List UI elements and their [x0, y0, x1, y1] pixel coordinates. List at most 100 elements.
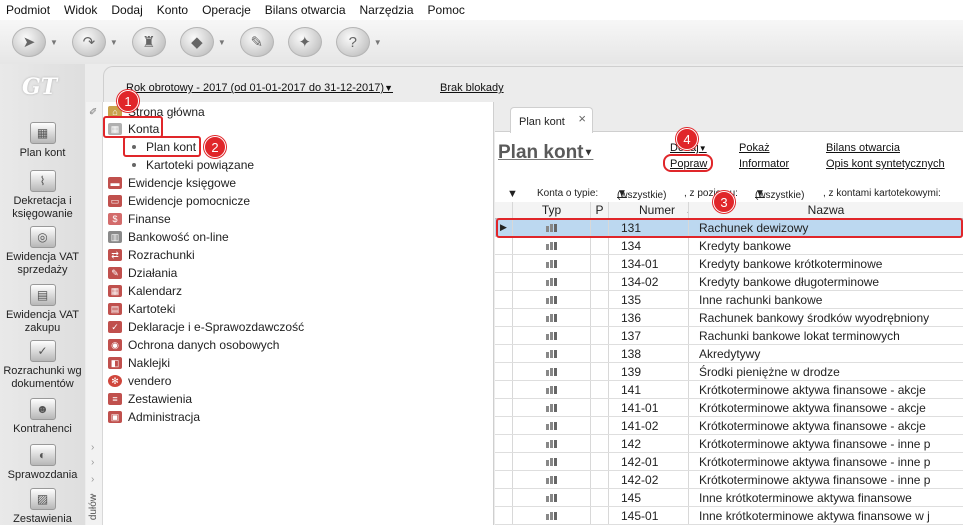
table-row[interactable]: 134-02 Kredyty bankowe długoterminowe: [495, 273, 963, 291]
pointer-button[interactable]: ➤ ▼: [12, 27, 58, 57]
numer-cell: 138: [609, 345, 689, 362]
synthetic-accounts-link[interactable]: Opis kont syntetycznych: [826, 158, 945, 170]
account-type-select[interactable]: (wszystkie) ▼: [617, 188, 666, 201]
tree-kartoteki[interactable]: ▤ Kartoteki: [108, 301, 175, 317]
callout-box-plan-kont: [123, 136, 201, 157]
chevron-right-icon[interactable]: ›: [91, 442, 94, 453]
nazwa-cell: Akredytywy: [699, 346, 761, 361]
callout-box-konta: [103, 116, 163, 138]
module-kontrahenci[interactable]: ☻ Kontrahenci: [0, 398, 85, 436]
account-type-icon: [513, 381, 591, 398]
chevron-down-icon[interactable]: ▼: [50, 38, 58, 47]
tab-plan-kont[interactable]: Plan kont ×: [510, 107, 593, 133]
menu-widok[interactable]: Widok: [64, 3, 97, 17]
cards-icon: ▤: [108, 303, 122, 315]
module-zestawienia[interactable]: ▨ Zestawienia: [0, 488, 85, 525]
settlements-icon: ✓: [29, 340, 56, 362]
tree-bankowosc[interactable]: ▥ Bankowość on-line: [108, 229, 229, 245]
column-typ[interactable]: Typ: [513, 202, 591, 218]
help-button[interactable]: ? ▼: [335, 27, 382, 57]
clean-icon: ✦: [287, 27, 322, 57]
actions-icon: ✎: [108, 267, 122, 279]
table-row[interactable]: 141-02 Krótkoterminowe aktywa finansowe -…: [495, 417, 963, 435]
menu-bilans-otwarcia[interactable]: Bilans otwarcia: [265, 3, 346, 17]
tree-finanse[interactable]: $ Finanse: [108, 211, 171, 227]
collapse-icon[interactable]: ▼: [507, 188, 518, 200]
row-indicator: [495, 327, 513, 344]
forward-button[interactable]: ↷ ▼: [71, 27, 118, 57]
module-plan-kont[interactable]: ▦ Plan kont: [0, 122, 85, 160]
table-row[interactable]: 145-01 Inne krótkoterminowe aktywa finans…: [495, 507, 963, 525]
table-row[interactable]: 134-01 Kredyty bankowe krótkoterminowe: [495, 255, 963, 273]
column-p[interactable]: P: [591, 202, 609, 218]
tree-kalendarz[interactable]: ▦ Kalendarz: [108, 283, 182, 299]
tree-ewidencje-ksiegowe[interactable]: ▬ Ewidencje księgowe: [108, 175, 236, 191]
module-vat-sprzedazy[interactable]: ◎ Ewidencja VAT sprzedaży: [0, 226, 85, 277]
tree-rozrachunki[interactable]: ⇄ Rozrachunki: [108, 247, 195, 263]
tab-strip: Plan kont ×: [495, 102, 963, 133]
table-row[interactable]: 134 Kredyty bankowe: [495, 237, 963, 255]
module-rozrachunki[interactable]: ✓ Rozrachunki wg dokumentów: [0, 340, 85, 391]
fiscal-year-selector[interactable]: Rok obrotowy - 2017 (od 01-01-2017 do 31…: [126, 82, 393, 94]
column-numer[interactable]: Numer⁄: [609, 202, 689, 218]
informator-link[interactable]: Informator: [739, 158, 789, 170]
opening-balance-link[interactable]: Bilans otwarcia: [826, 142, 900, 154]
pin-icon[interactable]: ✐: [89, 107, 97, 118]
coins-icon: ◎: [29, 226, 56, 248]
nazwa-cell: Krótkoterminowe aktywa finansowe - inne …: [699, 454, 931, 469]
module-vat-zakupu[interactable]: ▤ Ewidencja VAT zakupu: [0, 284, 85, 335]
level-select[interactable]: (wszystkie) ▼: [755, 188, 804, 201]
settlements-icon: ⇄: [108, 249, 122, 261]
p-cell: [591, 471, 609, 488]
menu-dodaj[interactable]: Dodaj: [111, 3, 142, 17]
tree-zestawienia[interactable]: ≡ Zestawienia: [108, 391, 192, 407]
nazwa-cell: Inne krótkoterminowe aktywa finansowe: [699, 490, 912, 505]
close-icon[interactable]: ×: [578, 111, 586, 126]
menu-narzedzia[interactable]: Narzędzia: [360, 3, 414, 17]
menu-pomoc[interactable]: Pomoc: [428, 3, 465, 17]
module-dekretacja[interactable]: ⌇ Dekretacja i księgowanie: [0, 170, 85, 221]
eraser-button[interactable]: ◆ ▼: [179, 27, 226, 57]
summary-icon: ▨: [29, 488, 56, 510]
tree-naklejki[interactable]: ◧ Naklejki: [108, 355, 170, 371]
table-row[interactable]: 139 Środki pieniężne w drodze: [495, 363, 963, 381]
table-row[interactable]: 142-01 Krótkoterminowe aktywa finansowe -…: [495, 453, 963, 471]
p-cell: [591, 489, 609, 506]
menu-operacje[interactable]: Operacje: [202, 3, 251, 17]
forward-icon: ↷: [71, 27, 106, 57]
tree-administracja[interactable]: ▣ Administracja: [108, 409, 200, 425]
page-title[interactable]: Plan kont▼: [498, 142, 593, 164]
tree-kartoteki-powiazane[interactable]: Kartoteki powiązane: [128, 157, 254, 173]
table-row[interactable]: 135 Inne rachunki bankowe: [495, 291, 963, 309]
tree-ewidencje-pomocnicze[interactable]: ▭ Ewidencje pomocnicze: [108, 193, 250, 209]
chevron-down-icon[interactable]: ▼: [110, 38, 118, 47]
table-row[interactable]: 142-02 Krótkoterminowe aktywa finansowe -…: [495, 471, 963, 489]
table-row[interactable]: 145 Inne krótkoterminowe aktywa finansowe: [495, 489, 963, 507]
table-row[interactable]: 137 Rachunki bankowe lokat terminowych: [495, 327, 963, 345]
tree-ochrona-danych[interactable]: ◉ Ochrona danych osobowych: [108, 337, 279, 353]
table-row[interactable]: 141 Krótkoterminowe aktywa finansowe - ak…: [495, 381, 963, 399]
tree-dzialania[interactable]: ✎ Działania: [108, 265, 177, 281]
table-row[interactable]: 136 Rachunek bankowy środków wyodrębniony: [495, 309, 963, 327]
chevron-down-icon[interactable]: ▼: [218, 38, 226, 47]
tree-vendero[interactable]: ✻ vendero: [108, 373, 171, 389]
chevron-right-icon[interactable]: ›: [91, 474, 94, 485]
stamp-button[interactable]: ♜: [131, 27, 166, 57]
show-link[interactable]: Pokaż: [739, 142, 770, 154]
table-row[interactable]: 142 Krótkoterminowe aktywa finansowe - in…: [495, 435, 963, 453]
table-row[interactable]: 138 Akredytywy: [495, 345, 963, 363]
chevron-right-icon[interactable]: ›: [91, 457, 94, 468]
tree-deklaracje[interactable]: ✓ Deklaracje i e-Sprawozdawczość: [108, 319, 304, 335]
chevron-down-icon[interactable]: ▼: [374, 38, 382, 47]
edit-button[interactable]: ✎: [239, 27, 274, 57]
menu-podmiot[interactable]: Podmiot: [6, 3, 50, 17]
p-cell: [591, 309, 609, 326]
table-row[interactable]: 141-01 Krótkoterminowe aktywa finansowe -…: [495, 399, 963, 417]
p-cell: [591, 345, 609, 362]
clean-button[interactable]: ✦: [287, 27, 322, 57]
calendar-icon: ▦: [108, 285, 122, 297]
lock-status-link[interactable]: Brak blokady: [440, 82, 504, 94]
menu-konto[interactable]: Konto: [157, 3, 188, 17]
numer-cell: 141-01: [609, 399, 689, 416]
module-sprawozdania[interactable]: ◐ Sprawozdania: [0, 444, 85, 482]
